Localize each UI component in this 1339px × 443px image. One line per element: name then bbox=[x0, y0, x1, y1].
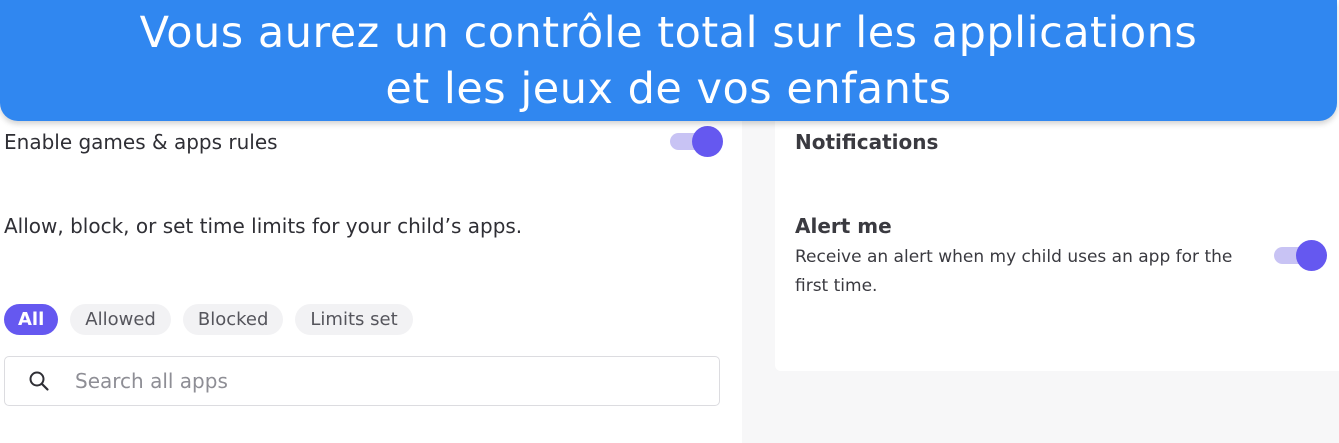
filter-blocked[interactable]: Blocked bbox=[182, 304, 284, 335]
filter-allowed[interactable]: Allowed bbox=[70, 304, 171, 335]
filter-limits-set[interactable]: Limits set bbox=[295, 304, 413, 335]
caption-banner: Vous aurez un contrôle total sur les app… bbox=[0, 0, 1337, 121]
enable-games-apps-toggle[interactable] bbox=[670, 126, 723, 157]
games-apps-description: Allow, block, or set time limits for you… bbox=[4, 214, 523, 238]
notifications-title: Notifications bbox=[795, 130, 939, 154]
banner-line-1: Vous aurez un contrôle total sur les app… bbox=[139, 7, 1198, 58]
toggle-knob bbox=[692, 126, 723, 157]
search-apps-box[interactable] bbox=[4, 356, 720, 406]
app-filter-tabs: All Allowed Blocked Limits set bbox=[4, 304, 413, 335]
banner-line-2: et les jeux de vos enfants bbox=[385, 63, 952, 114]
search-apps-input[interactable] bbox=[73, 368, 719, 394]
alert-me-description: Receive an alert when my child uses an a… bbox=[795, 247, 1233, 296]
alert-me-toggle[interactable] bbox=[1274, 240, 1327, 271]
alert-me-title: Alert me bbox=[795, 214, 892, 238]
enable-games-apps-label: Enable games & apps rules bbox=[4, 130, 278, 154]
toggle-knob bbox=[1296, 240, 1327, 271]
search-icon bbox=[29, 371, 49, 391]
filter-all[interactable]: All bbox=[4, 304, 59, 335]
